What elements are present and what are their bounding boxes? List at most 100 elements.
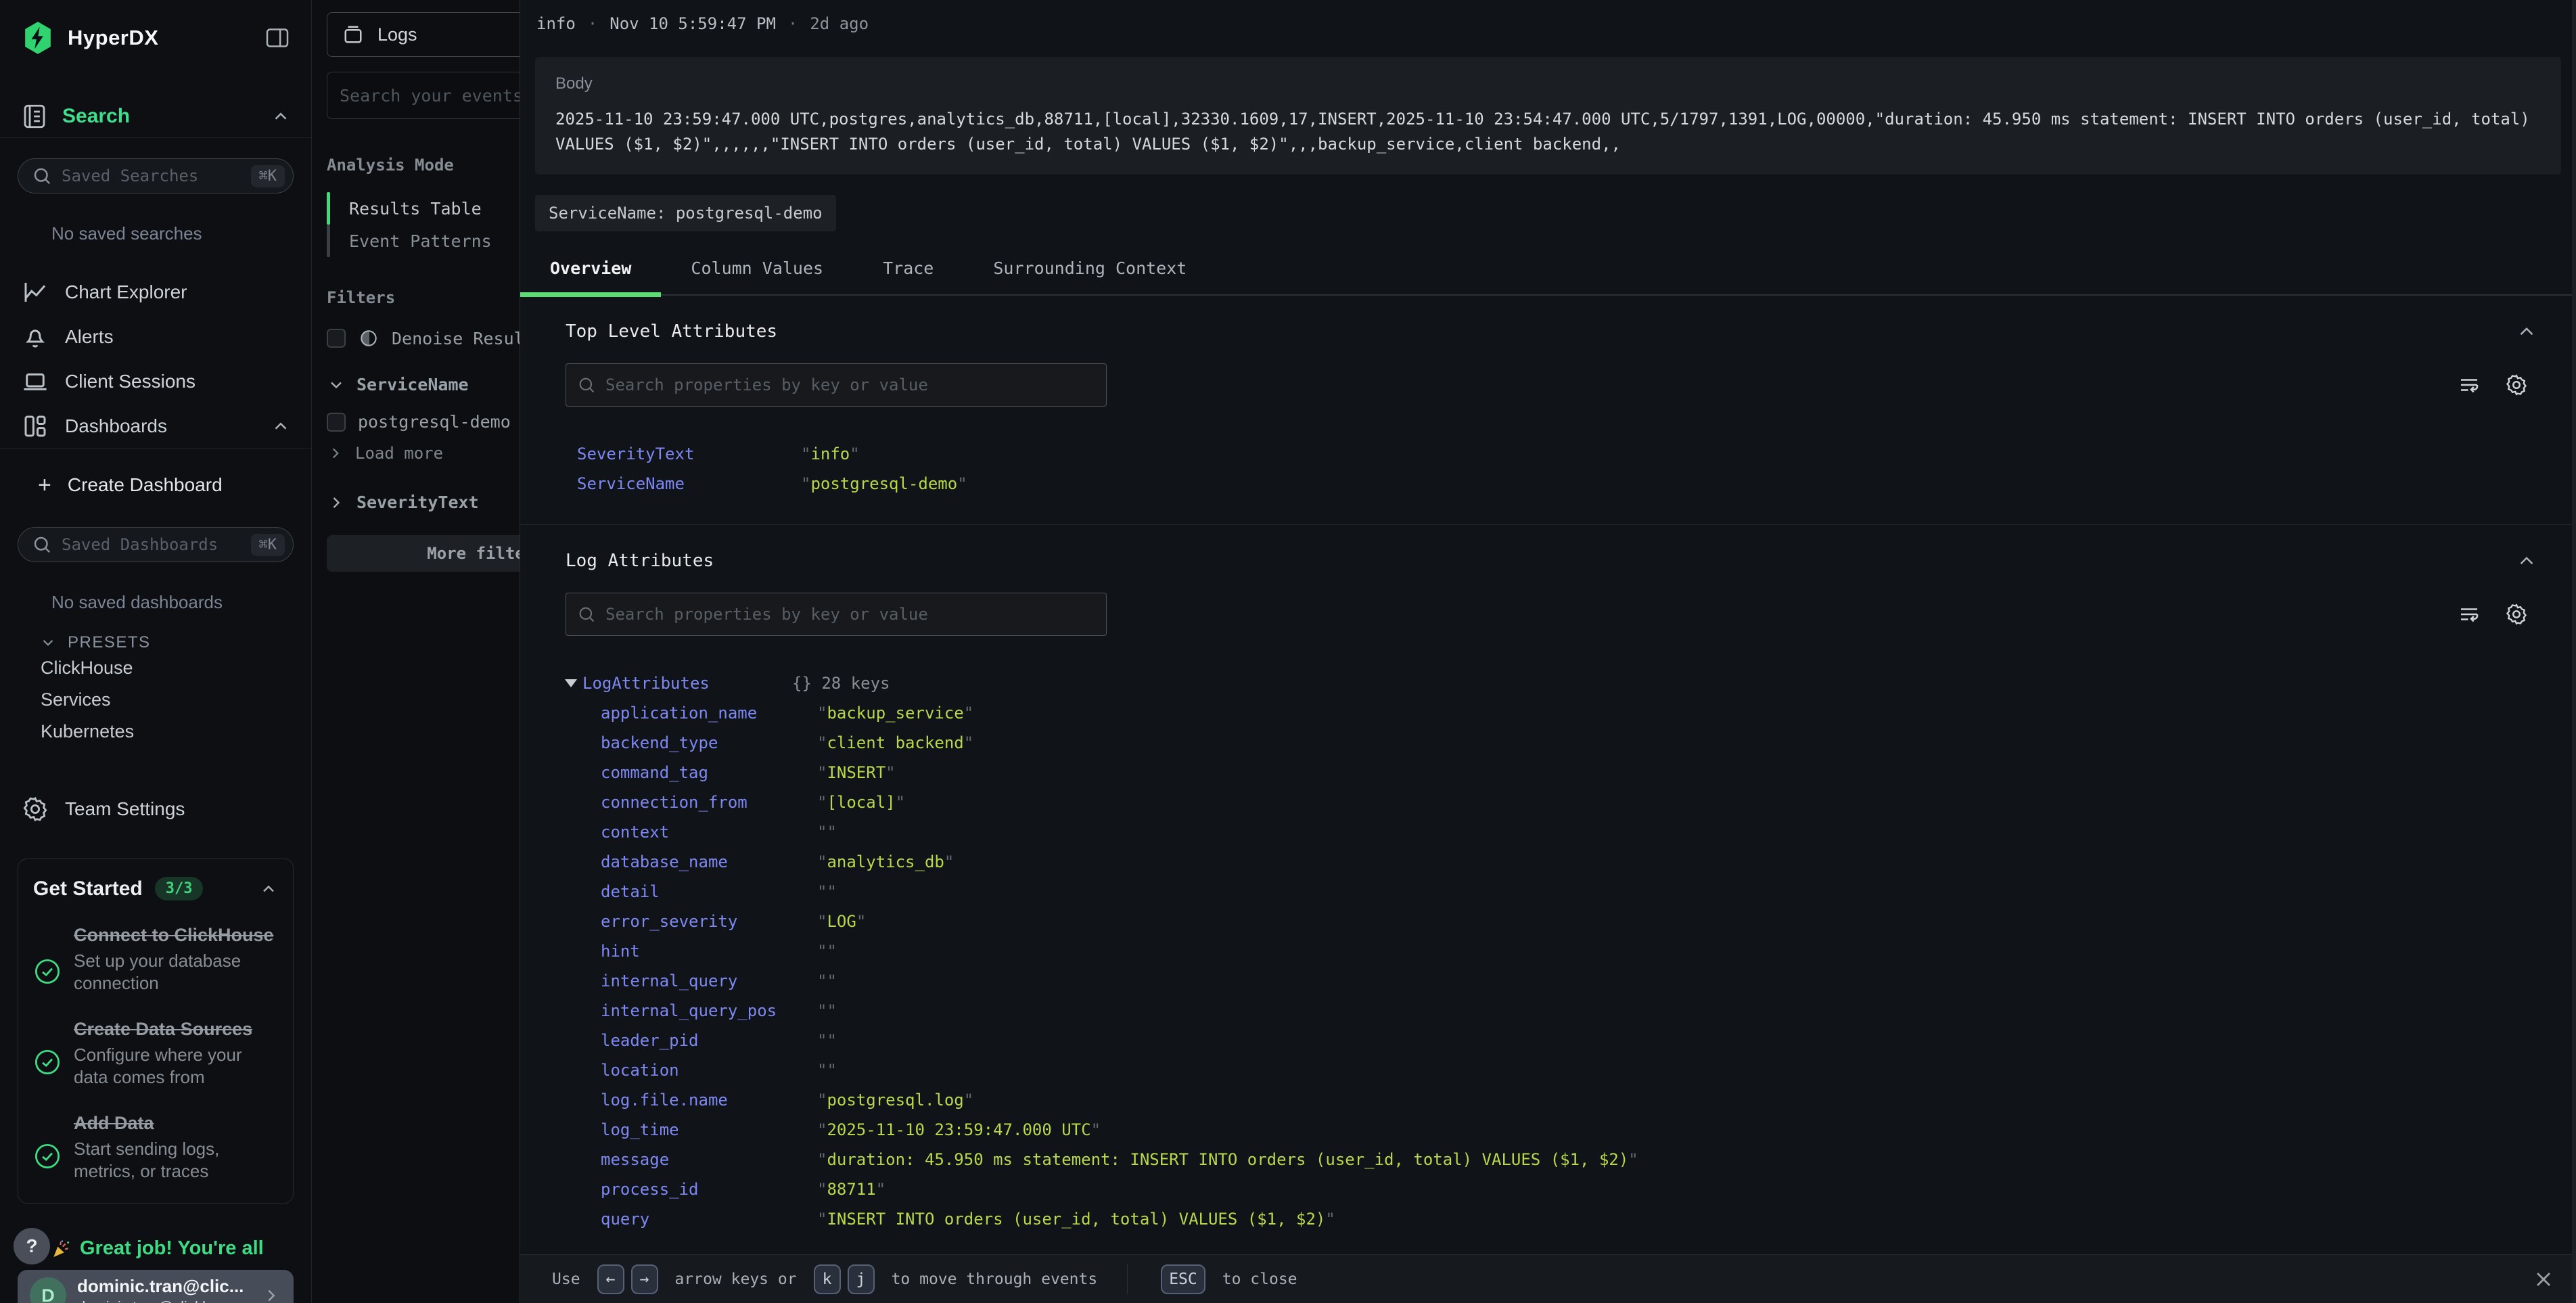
attribute-row[interactable]: process_id "88711" [520, 1174, 2576, 1204]
attribute-row[interactable]: internal_query "" [520, 966, 2576, 996]
properties-search-input[interactable] [566, 593, 1107, 636]
attribute-row[interactable]: message "duration: 45.950 ms statement: … [520, 1145, 2576, 1174]
filter-value-row[interactable]: postgresql-demo [327, 412, 520, 432]
attribute-key[interactable]: SeverityText [577, 444, 801, 463]
attribute-value[interactable]: "client backend" [817, 733, 973, 752]
sidebar-item-alerts[interactable]: Alerts [0, 315, 311, 359]
attribute-value[interactable]: "[local]" [817, 793, 905, 812]
attribute-row[interactable]: detail "" [520, 877, 2576, 907]
event-search-field[interactable] [340, 86, 520, 106]
attribute-row[interactable]: context "" [520, 817, 2576, 847]
attribute-key[interactable]: application_name [601, 704, 817, 723]
saved-searches-field[interactable] [62, 166, 242, 185]
drawer-tab[interactable]: Trace [853, 258, 963, 294]
sidebar-item-client-sessions[interactable]: Client Sessions [0, 359, 311, 404]
sidebar-item-dashboards[interactable]: Dashboards [0, 404, 311, 449]
user-menu[interactable]: D dominic.tran@clic... dominic.tran@clic… [18, 1270, 294, 1303]
attribute-value[interactable]: "" [817, 1061, 837, 1080]
attribute-key[interactable]: command_tag [601, 763, 817, 782]
attribute-key[interactable]: message [601, 1150, 817, 1169]
attribute-row[interactable]: backend_type "client backend" [520, 728, 2576, 758]
attribute-value[interactable]: "backup_service" [817, 704, 973, 723]
saved-searches-input[interactable]: ⌘K [18, 158, 294, 193]
properties-search-field[interactable] [605, 375, 1095, 394]
preset-link[interactable]: ClickHouse [0, 652, 311, 684]
attribute-key[interactable]: LogAttributes [582, 674, 792, 693]
attribute-key[interactable]: connection_from [601, 793, 817, 812]
scrollbar[interactable] [2572, 0, 2576, 1303]
attribute-row[interactable]: error_severity "LOG" [520, 907, 2576, 936]
attribute-row[interactable]: location "" [520, 1055, 2576, 1085]
attribute-key[interactable]: process_id [601, 1180, 817, 1199]
attribute-value[interactable]: "" [817, 1031, 837, 1050]
create-dashboard-button[interactable]: + Create Dashboard [0, 463, 311, 507]
triangle-down-icon[interactable] [565, 679, 577, 687]
attribute-row[interactable]: log.file.name "postgresql.log" [520, 1085, 2576, 1115]
attribute-value[interactable]: "88711" [817, 1180, 886, 1199]
get-started-item[interactable]: Add Data Start sending logs, metrics, or… [33, 1112, 278, 1183]
attribute-value[interactable]: "duration: 45.950 ms statement: INSERT I… [817, 1150, 1638, 1169]
checkbox[interactable] [327, 329, 346, 348]
get-started-header[interactable]: Get Started 3/3 [33, 877, 278, 900]
sidebar-item-search[interactable]: Search [0, 95, 311, 138]
body-log-text[interactable]: 2025-11-10 23:59:47.000 UTC,postgres,ana… [555, 107, 2541, 157]
help-button[interactable]: ? [14, 1228, 50, 1264]
wrap-lines-icon[interactable] [2457, 602, 2481, 626]
tree-root-row[interactable]: LogAttributes {} 28 keys [520, 668, 2576, 698]
attribute-key[interactable]: log.file.name [601, 1091, 817, 1110]
get-started-item[interactable]: Create Data Sources Configure where your… [33, 1018, 278, 1089]
drawer-tab[interactable]: Overview [520, 258, 661, 294]
attribute-value[interactable]: "analytics_db" [817, 852, 954, 871]
properties-search-field[interactable] [605, 605, 1095, 624]
attribute-key[interactable]: detail [601, 882, 817, 901]
gear-icon[interactable] [2504, 602, 2529, 626]
filter-group-servicename[interactable]: ServiceName [327, 375, 520, 394]
denoise-checkbox-row[interactable]: Denoise Results [327, 327, 520, 349]
attribute-row[interactable]: connection_from "[local]" [520, 787, 2576, 817]
attribute-row[interactable]: application_name "backup_service" [520, 698, 2576, 728]
checkbox[interactable] [327, 413, 346, 432]
attribute-key[interactable]: log_time [601, 1120, 817, 1139]
attribute-value[interactable]: "info" [801, 444, 860, 463]
attribute-row[interactable]: database_name "analytics_db" [520, 847, 2576, 877]
chevron-up-icon[interactable] [2515, 320, 2538, 343]
service-name-tag[interactable]: ServiceName: postgresql-demo [535, 195, 836, 231]
attribute-value[interactable]: "postgresql-demo" [801, 474, 967, 493]
drawer-scroll-area[interactable]: info · Nov 10 5:59:47 PM · 2d ago Body 2… [520, 0, 2576, 1254]
sidebar-collapse-icon[interactable] [264, 24, 291, 51]
drawer-tab[interactable]: Surrounding Context [963, 258, 1216, 294]
attribute-key[interactable]: hint [601, 942, 817, 961]
preset-link[interactable]: Kubernetes [0, 716, 311, 748]
attribute-row[interactable]: ServiceName "postgresql-demo" [520, 469, 2576, 499]
attribute-row[interactable]: query "INSERT INTO orders (user_id, tota… [520, 1204, 2576, 1234]
attribute-value[interactable]: "LOG" [817, 912, 866, 931]
brand[interactable]: HyperDX [20, 20, 264, 55]
saved-dashboards-input[interactable]: ⌘K [18, 527, 294, 562]
gear-icon[interactable] [2504, 373, 2529, 397]
attribute-key[interactable]: leader_pid [601, 1031, 817, 1050]
attribute-key[interactable]: location [601, 1061, 817, 1080]
presets-toggle[interactable]: PRESETS [0, 633, 311, 652]
attribute-value[interactable]: "" [817, 971, 837, 990]
wrap-lines-icon[interactable] [2457, 373, 2481, 397]
saved-dashboards-field[interactable] [62, 535, 242, 554]
filter-group-severitytext[interactable]: SeverityText [327, 493, 520, 512]
attribute-row[interactable]: leader_pid "" [520, 1026, 2576, 1055]
properties-search-input[interactable] [566, 363, 1107, 407]
attribute-value[interactable]: "" [817, 823, 837, 842]
sidebar-item-team-settings[interactable]: Team Settings [0, 787, 311, 831]
get-started-item[interactable]: Connect to ClickHouse Set up your databa… [33, 923, 278, 995]
attribute-value[interactable]: "INSERT INTO orders (user_id, total) VAL… [817, 1210, 1335, 1229]
attribute-key[interactable]: error_severity [601, 912, 817, 931]
attribute-key[interactable]: query [601, 1210, 817, 1229]
event-search-input[interactable] [327, 72, 520, 119]
more-filters-button[interactable]: More filters [327, 535, 520, 572]
mode-results-table[interactable]: Results Table [327, 192, 520, 225]
attribute-row[interactable]: hint "" [520, 936, 2576, 966]
close-icon[interactable] [2531, 1267, 2556, 1291]
attribute-key[interactable]: backend_type [601, 733, 817, 752]
attribute-key[interactable]: ServiceName [577, 474, 801, 493]
sidebar-item-chart-explorer[interactable]: Chart Explorer [0, 270, 311, 315]
attribute-key[interactable]: internal_query [601, 971, 817, 990]
attribute-key[interactable]: context [601, 823, 817, 842]
